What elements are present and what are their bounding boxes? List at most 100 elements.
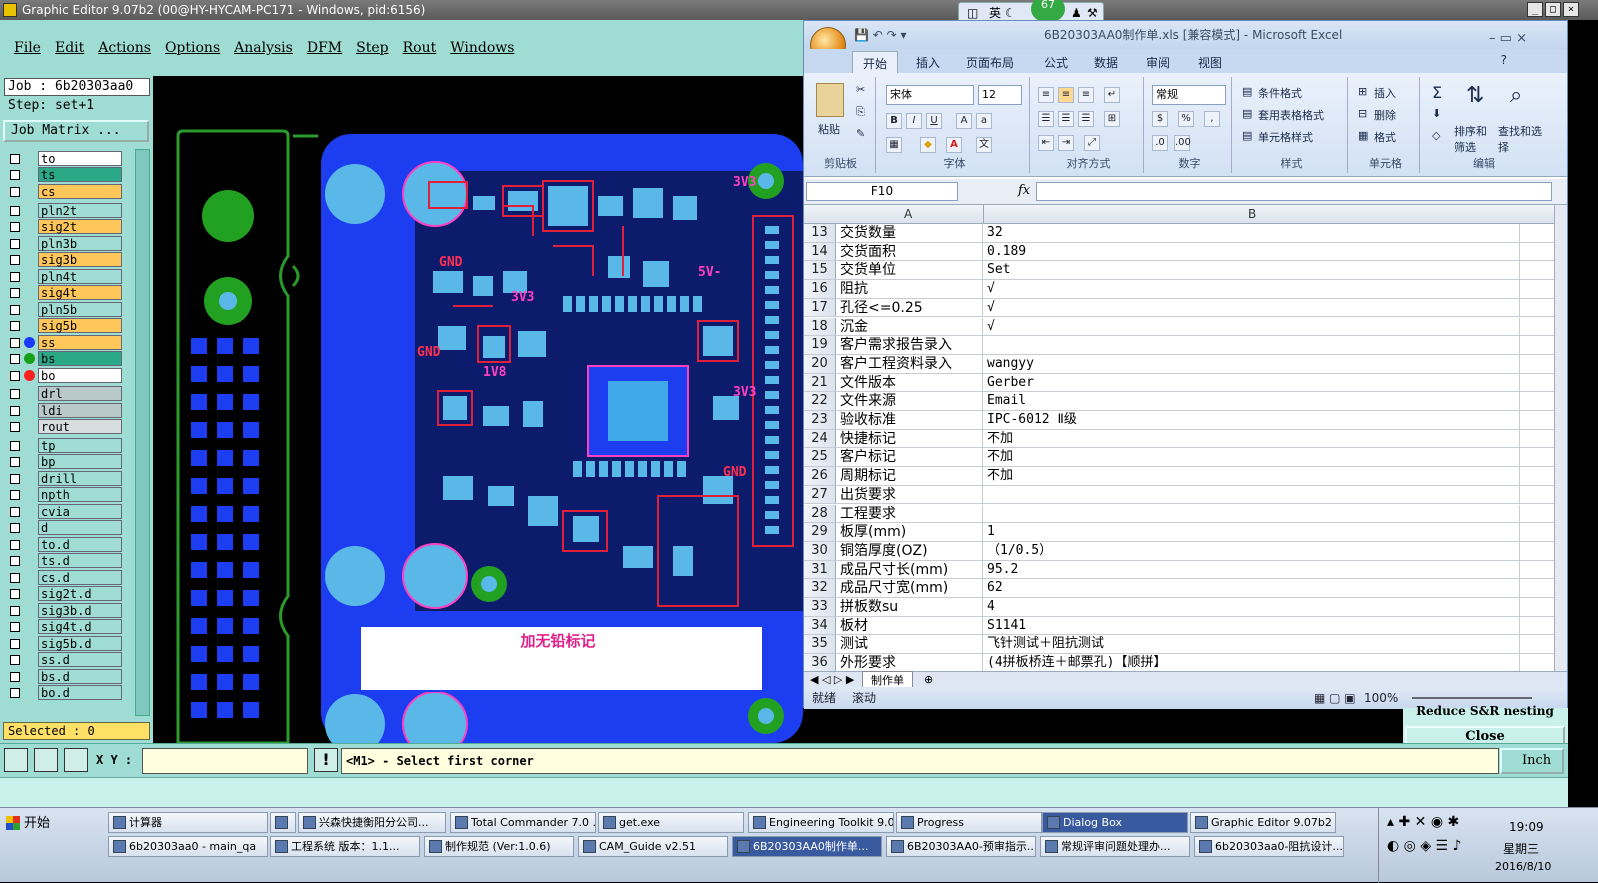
tab-data[interactable]: 数据 [1094, 54, 1118, 71]
row-header[interactable]: 27 [804, 485, 836, 504]
layer-name[interactable]: bo.d [38, 685, 122, 701]
layer-name[interactable]: to.d [38, 536, 122, 552]
find-select-button[interactable]: 查找和选择 [1498, 123, 1542, 155]
layer-name[interactable]: ldi [38, 402, 122, 418]
clear-icon[interactable]: ◇ [1432, 129, 1440, 142]
cell-b[interactable]: 1 [984, 523, 1520, 541]
layer-checkbox[interactable] [10, 539, 20, 550]
cell-a[interactable]: 成品尺寸宽(mm) [837, 579, 983, 597]
conditional-format-button[interactable]: 条件格式 [1258, 85, 1302, 101]
row-header[interactable]: 18 [804, 317, 836, 336]
row-header[interactable]: 35 [804, 635, 836, 654]
layer-row[interactable]: rout [4, 419, 122, 435]
format-cells-button[interactable]: 格式 [1374, 129, 1396, 145]
grow-font-icon[interactable]: A [956, 113, 972, 129]
layer-row[interactable]: npth [4, 487, 122, 503]
taskbar-button[interactable]: get.exe [598, 812, 744, 833]
tab-review[interactable]: 审阅 [1146, 54, 1170, 71]
layer-name[interactable]: bo [38, 367, 122, 383]
cell-b[interactable]: √ [984, 317, 1520, 336]
cell-b[interactable]: (4拼板桥连＋邮票孔)【顺拼】 [984, 654, 1520, 671]
cell-a[interactable]: 孔径<=0.25 [837, 298, 983, 317]
taskbar-button[interactable] [270, 812, 296, 833]
layer-checkbox[interactable] [10, 354, 20, 365]
fx-icon[interactable]: fx [1018, 183, 1030, 198]
orientation-icon[interactable]: ⤢ [1084, 135, 1100, 151]
cell-a[interactable]: 拼板数su [837, 598, 983, 616]
job-matrix-button[interactable]: Job Matrix ... [3, 120, 149, 142]
cell-a[interactable]: 交货数量 [837, 224, 983, 242]
cell-b[interactable] [984, 336, 1520, 354]
layer-row[interactable]: sig3b [4, 252, 122, 268]
view-icons[interactable]: ▦ ▢ ▣ [1314, 687, 1356, 709]
layer-row[interactable]: ss [4, 334, 122, 351]
cell-a[interactable]: 工程要求 [837, 504, 983, 523]
cell-a[interactable]: 客户需求报告录入 [837, 336, 983, 354]
row-header[interactable]: 14 [804, 242, 836, 261]
taskbar-button[interactable]: 6b20303aa0-阻抗设计... [1194, 836, 1344, 857]
font-name-select[interactable]: 宋体 [886, 85, 974, 105]
menu-dfm[interactable]: DFM [307, 40, 342, 56]
row-header[interactable]: 16 [804, 280, 836, 298]
layer-name[interactable]: drl [38, 386, 122, 402]
tab-home[interactable]: 开始 [852, 51, 899, 75]
layer-checkbox[interactable] [10, 288, 20, 299]
minimize-icon[interactable]: _ [1527, 2, 1543, 17]
menu-windows[interactable]: Windows [450, 40, 514, 56]
cell-b[interactable] [984, 504, 1520, 523]
taskbar-button[interactable]: Dialog Box [1042, 812, 1188, 833]
layer-checkbox[interactable] [10, 154, 20, 164]
insert-cells-button[interactable]: 插入 [1374, 85, 1396, 101]
cell-a[interactable]: 验收标准 [837, 411, 983, 429]
cell-b[interactable]: （1/0.5） [984, 541, 1520, 560]
tab-insert[interactable]: 插入 [916, 54, 940, 71]
layer-row[interactable]: sig2t.d [4, 586, 122, 602]
layer-checkbox[interactable] [10, 337, 20, 348]
layer-checkbox[interactable] [10, 473, 20, 484]
layer-checkbox[interactable] [10, 238, 20, 249]
cell-b[interactable] [984, 485, 1520, 504]
cell-b[interactable]: 62 [984, 579, 1520, 597]
grid-icon[interactable] [64, 748, 88, 772]
layer-name[interactable]: bp [38, 454, 122, 470]
taskbar-button[interactable]: Engineering Toolkit 9.0... [748, 812, 894, 833]
row-header[interactable]: 29 [804, 523, 836, 541]
cell-b[interactable]: 不加 [984, 448, 1520, 467]
cell-b[interactable]: 0.189 [984, 242, 1520, 261]
cell-a[interactable]: 外形要求 [837, 654, 983, 671]
tab-page-layout[interactable]: 页面布局 [966, 54, 1014, 71]
cell-b[interactable]: 32 [984, 224, 1520, 242]
row-header[interactable]: 22 [804, 392, 836, 410]
cell-a[interactable]: 出货要求 [837, 485, 983, 504]
layer-checkbox[interactable] [10, 222, 20, 233]
layer-row[interactable]: ts [4, 167, 122, 183]
layer-name[interactable]: sig4t [38, 285, 122, 301]
layer-checkbox[interactable] [10, 556, 20, 567]
layer-row[interactable]: ldi [4, 402, 122, 419]
wrap-text-icon[interactable]: ↵ [1104, 87, 1120, 103]
formula-input[interactable] [1036, 182, 1552, 201]
layer-name[interactable]: sig4t.d [38, 619, 122, 635]
layer-row[interactable]: sig4t [4, 285, 122, 301]
menu-analysis[interactable]: Analysis [234, 40, 293, 56]
layer-name[interactable]: cvia [38, 503, 122, 519]
cell-a[interactable]: 文件版本 [837, 373, 983, 392]
cell-b[interactable]: Gerber [984, 373, 1520, 392]
row-header[interactable]: 36 [804, 654, 836, 671]
align-center-icon[interactable]: ☰ [1058, 111, 1074, 127]
layer-row[interactable]: ss.d [4, 652, 122, 668]
font-size-select[interactable]: 12 [978, 85, 1022, 105]
layer-name[interactable]: ss.d [38, 652, 122, 668]
layer-row[interactable]: cvia [4, 503, 122, 520]
italic-icon[interactable]: I [906, 113, 922, 129]
layer-row[interactable]: pln5b [4, 301, 122, 318]
layer-checkbox[interactable] [10, 506, 20, 517]
name-box[interactable]: F10 [806, 182, 958, 201]
cell-a[interactable]: 板材 [837, 616, 983, 635]
layer-checkbox[interactable] [10, 186, 20, 197]
row-header[interactable]: 15 [804, 261, 836, 280]
cell-a[interactable]: 交货面积 [837, 242, 983, 261]
layer-checkbox[interactable] [10, 622, 20, 633]
new-sheet-icon[interactable]: ⊕ [924, 673, 933, 686]
cell-a[interactable]: 沉金 [837, 317, 983, 336]
